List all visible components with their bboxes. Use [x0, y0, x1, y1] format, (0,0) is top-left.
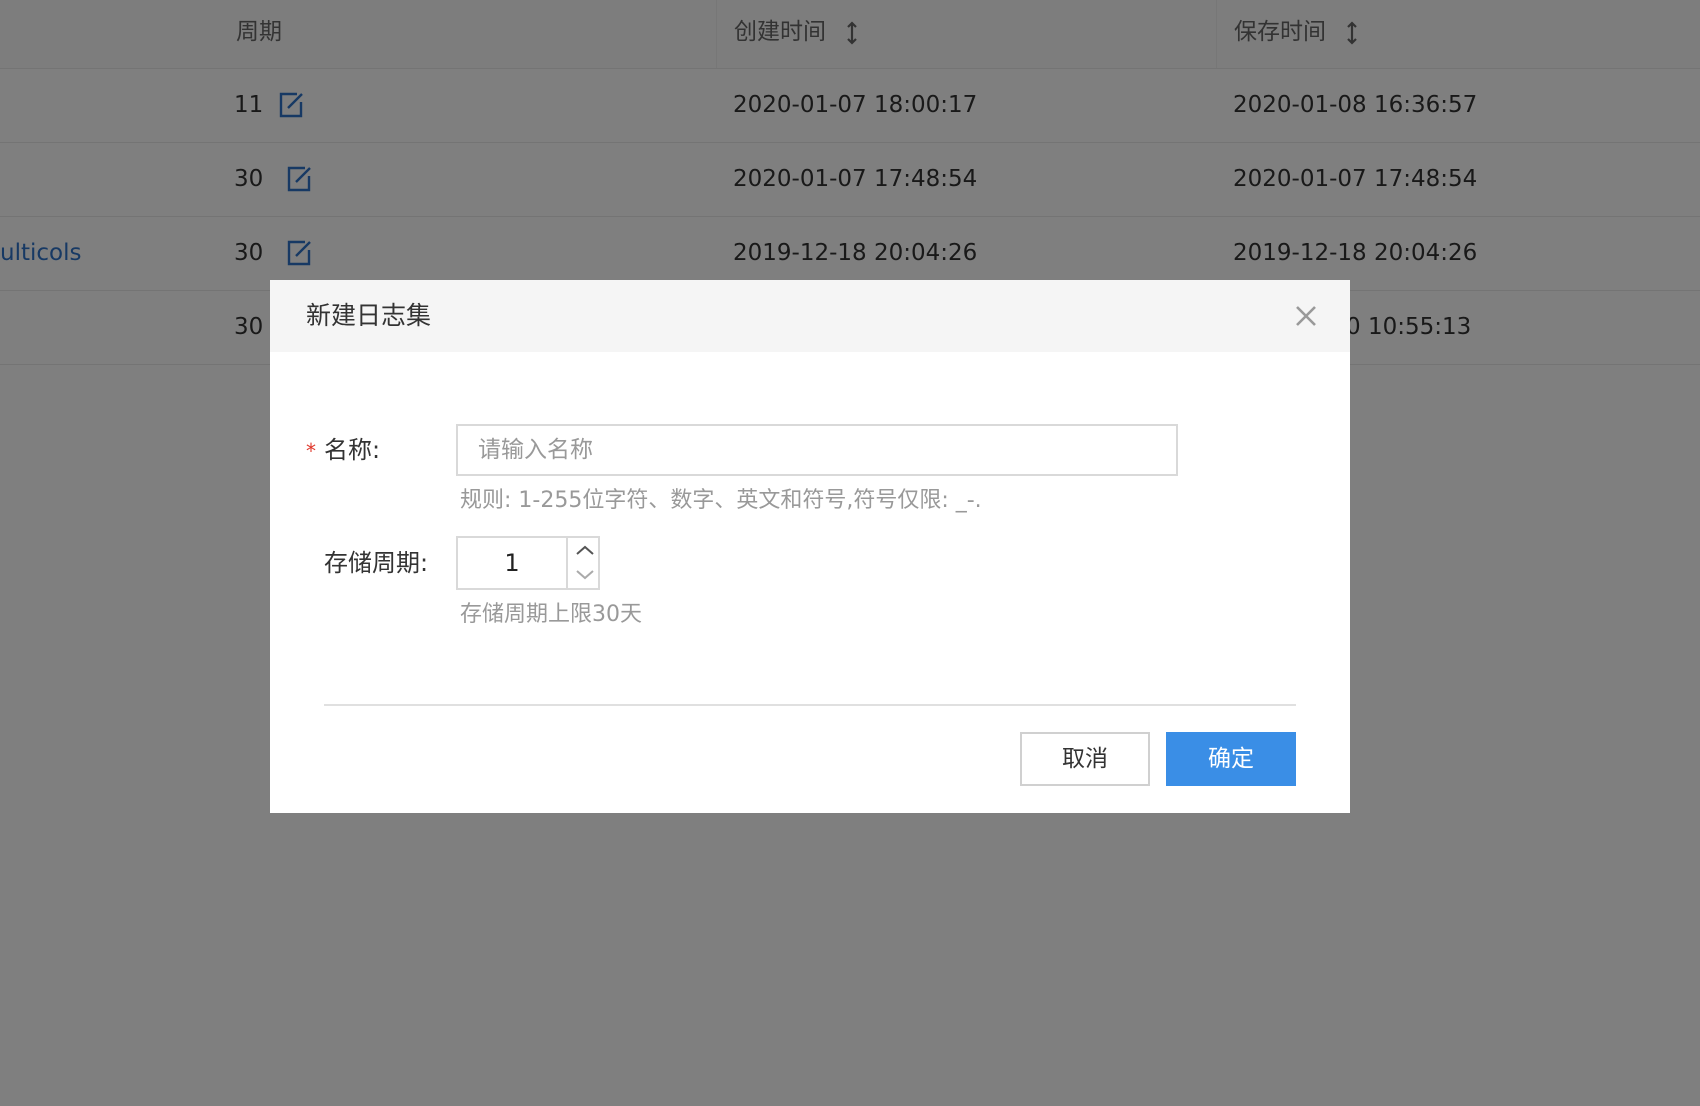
- storage-period-value[interactable]: 1: [458, 538, 566, 588]
- chevron-up-icon[interactable]: [568, 538, 602, 563]
- chevron-down-icon[interactable]: [568, 563, 602, 588]
- close-icon[interactable]: [1292, 302, 1320, 330]
- name-label: * 名称:: [306, 424, 380, 477]
- storage-period-hint: 存储周期上限30天: [460, 602, 642, 627]
- confirm-button[interactable]: 确定: [1166, 732, 1296, 786]
- dialog-header: 新建日志集: [270, 280, 1350, 352]
- storage-period-stepper[interactable]: 1: [456, 536, 600, 590]
- cancel-button[interactable]: 取消: [1020, 732, 1150, 786]
- create-log-set-dialog: 新建日志集 * 名称: 规则: 1-255位字符、数字、英文和符号,符号仅限: _…: [270, 280, 1350, 813]
- dialog-title: 新建日志集: [306, 301, 432, 330]
- stepper-buttons: [566, 538, 602, 588]
- dialog-footer-divider: [324, 704, 1296, 706]
- name-input[interactable]: [456, 424, 1178, 476]
- name-rule-hint: 规则: 1-255位字符、数字、英文和符号,符号仅限: _-.: [460, 488, 982, 513]
- required-asterisk: *: [306, 439, 316, 463]
- storage-period-label: 存储周期:: [324, 549, 429, 577]
- name-label-text: 名称:: [324, 436, 381, 464]
